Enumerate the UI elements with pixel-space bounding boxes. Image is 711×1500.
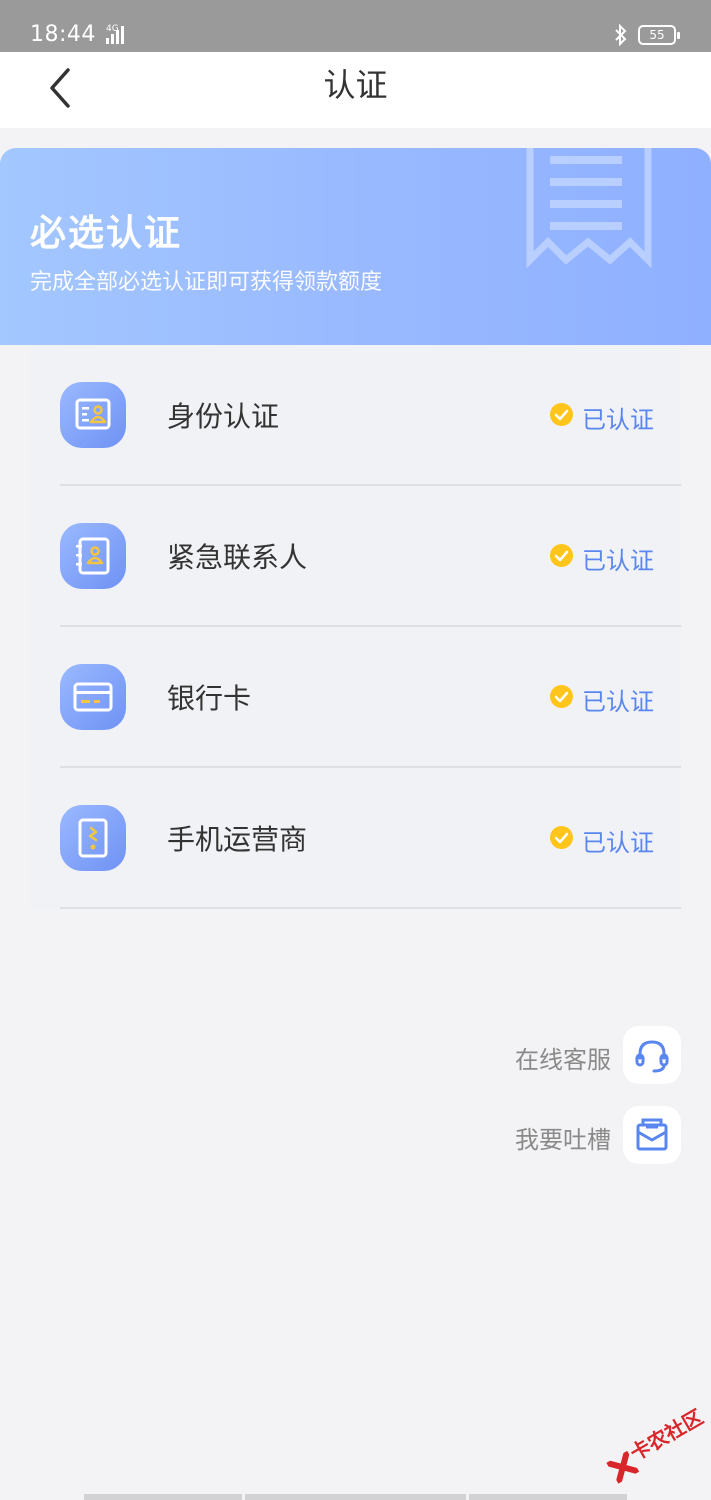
watermark-text: 卡农社区 (625, 1404, 708, 1466)
status-bar: 18:44 4G 55 (0, 0, 711, 52)
auth-item-identity[interactable]: 身份认证 已认证 (30, 345, 681, 486)
online-service-button[interactable]: 在线客服 (481, 1026, 681, 1084)
auth-list: 身份认证 已认证 紧急联系人 已认证 银行卡 已认证 手机运营商 已认证 (30, 345, 681, 909)
contact-book-icon (60, 523, 126, 589)
back-button[interactable] (40, 64, 80, 114)
mail-icon (623, 1106, 681, 1164)
phone-carrier-icon (60, 805, 126, 871)
banner-title: 必选认证 (30, 213, 183, 254)
check-icon (550, 544, 573, 567)
status-time: 18:44 (30, 22, 96, 47)
check-icon (550, 403, 573, 426)
id-card-icon (60, 382, 126, 448)
online-service-label: 在线客服 (515, 1046, 611, 1074)
nav-bar: 认证 (0, 52, 711, 128)
feedback-button[interactable]: 我要吐槽 (481, 1106, 681, 1164)
receipt-icon (526, 148, 652, 268)
auth-item-label: 银行卡 (167, 682, 252, 715)
bank-card-icon (60, 664, 126, 730)
bluetooth-icon (612, 23, 630, 50)
page-title: 认证 (323, 66, 388, 104)
auth-item-bank-card[interactable]: 银行卡 已认证 (30, 627, 681, 768)
status-text: 已认证 (582, 688, 654, 716)
battery-level: 55 (649, 28, 665, 42)
headset-icon (623, 1026, 681, 1084)
status-text: 已认证 (582, 406, 654, 434)
chevron-left-icon (50, 68, 70, 108)
battery-icon: 55 (638, 25, 680, 45)
check-icon (550, 685, 573, 708)
check-icon (550, 826, 573, 849)
auth-item-label: 身份认证 (167, 400, 280, 433)
home-indicator (84, 1494, 627, 1500)
banner: 必选认证 完成全部必选认证即可获得领款额度 (0, 148, 711, 345)
status-text: 已认证 (582, 547, 654, 575)
auth-item-label: 紧急联系人 (167, 541, 308, 574)
auth-item-carrier[interactable]: 手机运营商 已认证 (30, 768, 681, 909)
banner-subtitle: 完成全部必选认证即可获得领款额度 (30, 270, 383, 295)
watermark: 卡农社区 (591, 1382, 711, 1500)
divider (60, 907, 681, 909)
feedback-label: 我要吐槽 (515, 1126, 611, 1154)
status-text: 已认证 (582, 829, 654, 857)
auth-item-emergency-contact[interactable]: 紧急联系人 已认证 (30, 486, 681, 627)
auth-item-label: 手机运营商 (167, 823, 308, 856)
